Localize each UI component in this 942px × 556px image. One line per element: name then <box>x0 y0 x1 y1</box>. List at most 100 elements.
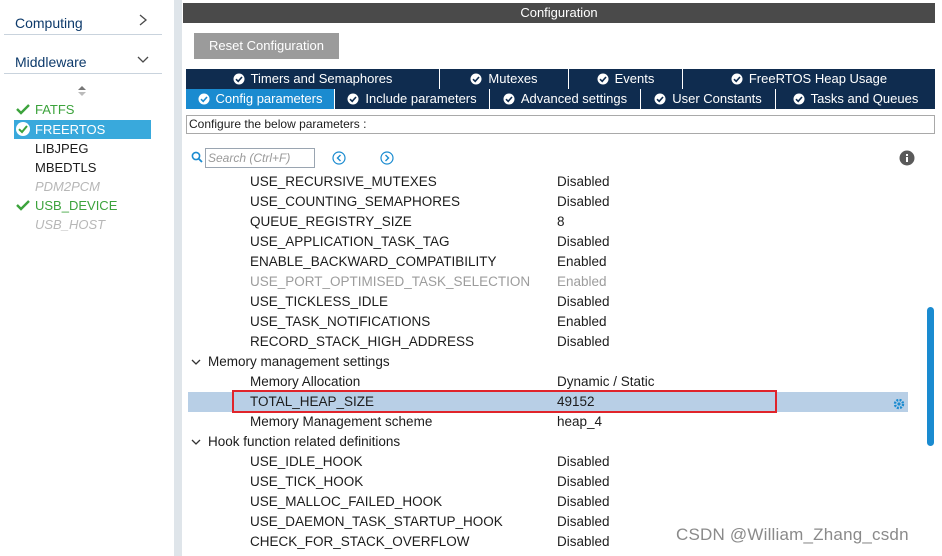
configuration-title: Configuration <box>183 3 935 23</box>
param-row-total-heap-size[interactable]: TOTAL_HEAP_SIZE 49152 <box>188 392 908 412</box>
chevron-down-icon <box>191 359 201 365</box>
param-name: Memory Management scheme <box>250 414 433 429</box>
tab-row-1: Timers and Semaphores Mutexes Events Fre… <box>186 69 935 89</box>
check-circle-icon <box>503 93 515 105</box>
param-name: USE_PORT_OPTIMISED_TASK_SELECTION <box>250 274 531 289</box>
tab-config-parameters[interactable]: Config parameters <box>186 89 335 109</box>
middleware-item-label: USB_HOST <box>35 217 106 232</box>
param-name: USE_APPLICATION_TASK_TAG <box>250 234 450 249</box>
param-row[interactable]: QUEUE_REGISTRY_SIZE 8 <box>188 212 908 232</box>
tab-label: Events <box>614 71 655 86</box>
tab-label: Timers and Semaphores <box>250 71 393 86</box>
middleware-item-freertos[interactable]: FREERTOS <box>14 120 151 139</box>
param-value: Disabled <box>557 234 610 249</box>
param-value: Enabled <box>557 274 607 289</box>
param-name: USE_TASK_NOTIFICATIONS <box>250 314 431 329</box>
tab-user-constants[interactable]: User Constants <box>641 89 776 109</box>
check-circle-icon <box>470 73 482 85</box>
param-row[interactable]: USE_COUNTING_SEMAPHORES Disabled <box>188 192 908 212</box>
param-row[interactable]: USE_RECURSIVE_MUTEXES Disabled <box>188 172 908 192</box>
check-circle-icon <box>233 73 245 85</box>
middleware-item-usb-host[interactable]: USB_HOST <box>14 215 151 234</box>
tab-label: Mutexes <box>488 71 538 86</box>
param-name: USE_IDLE_HOOK <box>250 454 363 469</box>
param-name: USE_RECURSIVE_MUTEXES <box>250 174 437 189</box>
search-next-icon[interactable] <box>380 151 394 165</box>
group-memory-management[interactable]: Memory management settings <box>188 352 908 372</box>
param-name: USE_MALLOC_FAILED_HOOK <box>250 494 443 509</box>
middleware-item-label: LIBJPEG <box>35 141 89 156</box>
check-icon <box>16 104 30 115</box>
watermark: CSDN @William_Zhang_csdn <box>676 525 909 544</box>
param-row[interactable]: USE_TASK_NOTIFICATIONS Enabled <box>188 312 908 332</box>
param-name: CHECK_FOR_STACK_OVERFLOW <box>250 534 470 549</box>
param-row[interactable]: Memory Allocation Dynamic / Static <box>188 372 908 392</box>
middleware-item-label: FATFS <box>35 102 75 117</box>
param-value: Enabled <box>557 314 607 329</box>
category-label: Middleware <box>15 54 87 70</box>
group-hook-functions[interactable]: Hook function related definitions <box>188 432 908 452</box>
param-row[interactable]: USE_APPLICATION_TASK_TAG Disabled <box>188 232 908 252</box>
param-value[interactable]: 49152 <box>557 392 595 412</box>
gear-icon[interactable] <box>892 397 906 411</box>
param-value: heap_4 <box>557 414 603 429</box>
tab-include-parameters[interactable]: Include parameters <box>335 89 490 109</box>
tab-label: FreeRTOS Heap Usage <box>748 71 888 86</box>
check-circle-icon <box>793 93 805 105</box>
param-row[interactable]: Memory Management scheme heap_4 <box>188 412 908 432</box>
middleware-item-label: FREERTOS <box>35 122 106 137</box>
tab-label: User Constants <box>672 91 762 106</box>
param-row[interactable]: USE_IDLE_HOOK Disabled <box>188 452 908 472</box>
middleware-item-pdm2pcm[interactable]: PDM2PCM <box>14 177 151 196</box>
check-icon <box>16 200 30 211</box>
param-row[interactable]: RECORD_STACK_HIGH_ADDRESS Disabled <box>188 332 908 352</box>
param-row: USE_PORT_OPTIMISED_TASK_SELECTION Enabled <box>188 272 908 292</box>
middleware-item-libjpeg[interactable]: LIBJPEG <box>14 139 151 158</box>
param-value: 8 <box>557 214 565 229</box>
middleware-item-usb-device[interactable]: USB_DEVICE <box>14 196 151 215</box>
param-value: Enabled <box>557 254 607 269</box>
tab-events[interactable]: Events <box>569 69 683 89</box>
component-tree-panel: Computing Middleware FATFS FREERTOS LIBJ… <box>0 0 166 556</box>
configuration-panel: Configuration Reset Configuration Timers… <box>183 0 942 556</box>
param-name: USE_DAEMON_TASK_STARTUP_HOOK <box>250 514 503 529</box>
search-icon <box>191 151 203 163</box>
reset-configuration-button[interactable]: Reset Configuration <box>194 33 339 59</box>
param-row[interactable]: USE_MALLOC_FAILED_HOOK Disabled <box>188 492 908 512</box>
param-name: RECORD_STACK_HIGH_ADDRESS <box>250 334 475 349</box>
param-value: Disabled <box>557 294 610 309</box>
param-row[interactable]: USE_TICK_HOOK Disabled <box>188 472 908 492</box>
category-computing[interactable]: Computing <box>4 10 162 35</box>
param-name: QUEUE_REGISTRY_SIZE <box>250 214 412 229</box>
tab-freertos-heap-usage[interactable]: FreeRTOS Heap Usage <box>683 69 935 89</box>
param-value: Disabled <box>557 534 610 549</box>
tab-mutexes[interactable]: Mutexes <box>440 69 569 89</box>
scrollbar-thumb[interactable] <box>927 307 934 446</box>
search-input[interactable] <box>205 148 315 168</box>
param-value: Disabled <box>557 494 610 509</box>
sort-icon[interactable] <box>77 85 87 97</box>
panel-splitter[interactable] <box>174 0 182 556</box>
info-icon[interactable] <box>899 150 915 166</box>
middleware-item-mbedtls[interactable]: MBEDTLS <box>14 158 151 177</box>
chevron-down-icon <box>191 439 201 445</box>
middleware-item-fatfs[interactable]: FATFS <box>14 100 151 119</box>
tab-timers-and-semaphores[interactable]: Timers and Semaphores <box>186 69 440 89</box>
param-value: Disabled <box>557 174 610 189</box>
middleware-item-label: USB_DEVICE <box>35 198 118 213</box>
tab-advanced-settings[interactable]: Advanced settings <box>490 89 641 109</box>
param-name: USE_TICK_HOOK <box>250 474 364 489</box>
tab-tasks-and-queues[interactable]: Tasks and Queues <box>776 89 935 109</box>
check-circle-icon <box>16 122 30 136</box>
param-value: Disabled <box>557 454 610 469</box>
category-middleware[interactable]: Middleware <box>4 49 162 74</box>
chevron-down-icon <box>137 56 149 63</box>
param-value: Disabled <box>557 194 610 209</box>
search-previous-icon[interactable] <box>332 151 346 165</box>
param-row[interactable]: ENABLE_BACKWARD_COMPATIBILITY Enabled <box>188 252 908 272</box>
tab-label: Tasks and Queues <box>810 91 919 106</box>
param-row[interactable]: USE_TICKLESS_IDLE Disabled <box>188 292 908 312</box>
param-name: ENABLE_BACKWARD_COMPATIBILITY <box>250 254 497 269</box>
param-value: Dynamic / Static <box>557 374 655 389</box>
param-value: Disabled <box>557 334 610 349</box>
